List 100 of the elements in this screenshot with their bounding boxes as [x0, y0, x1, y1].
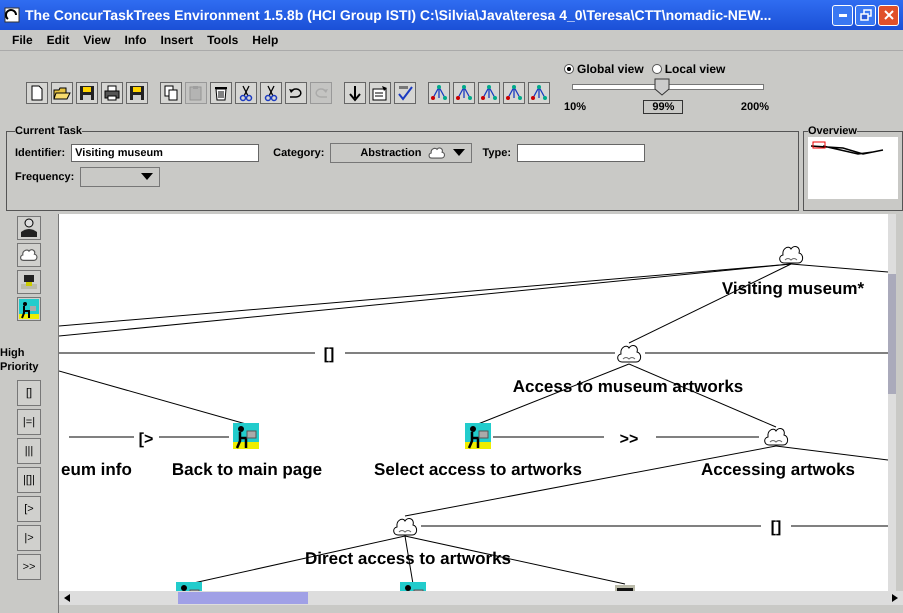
toolbar-button[interactable] — [160, 82, 182, 104]
menu-item[interactable]: Tools — [207, 33, 238, 47]
connector-line — [68, 436, 134, 438]
spell-check-icon — [396, 84, 414, 102]
minimize-button[interactable] — [832, 4, 853, 26]
toolbar-button[interactable] — [26, 82, 48, 104]
dropdown-arrow-icon — [141, 173, 154, 181]
radio-button[interactable] — [564, 64, 574, 74]
operator-button[interactable]: [> — [17, 496, 41, 522]
zoom-min-label: 10% — [564, 101, 586, 113]
properties-icon — [371, 84, 389, 102]
cloud-icon — [427, 145, 448, 161]
task-type-button[interactable] — [17, 243, 41, 267]
toolbar-button[interactable] — [394, 82, 416, 104]
view-option-label[interactable]: Local view — [664, 62, 726, 76]
user-at-computer-icon[interactable] — [233, 423, 259, 450]
toolbar-button[interactable] — [101, 82, 123, 104]
operator-label: >> — [620, 431, 638, 448]
horizontal-scrollbar[interactable] — [59, 591, 903, 605]
operator-button[interactable]: |> — [17, 524, 41, 551]
operator-label: [] — [324, 346, 334, 363]
type-field[interactable] — [517, 144, 645, 162]
toolbar-button[interactable] — [528, 82, 550, 104]
scissors-icon — [262, 84, 280, 102]
operator-label: [] — [770, 519, 782, 536]
menu-item[interactable]: View — [83, 33, 110, 47]
menu-item[interactable]: Edit — [46, 33, 70, 47]
computer-icon[interactable] — [615, 585, 635, 591]
user-at-computer-icon — [19, 299, 39, 319]
scroll-right-icon[interactable] — [890, 593, 900, 603]
minimize-icon — [838, 14, 846, 16]
toolbar-button[interactable] — [235, 82, 257, 104]
window-title: The ConcurTaskTrees Environment 1.5.8b (HCI Group ISTI) C:\Silvia\Java\teresa 4_0\Teresa\CTT\nomadic-NEW... — [25, 7, 772, 23]
identifier-field[interactable]: Visiting museum — [71, 144, 260, 162]
zoom-value: 99% — [643, 100, 684, 114]
user-at-computer-icon[interactable] — [400, 582, 426, 591]
task-type-button[interactable] — [17, 297, 41, 321]
menu-item[interactable]: Help — [252, 33, 278, 47]
restore-icon — [860, 9, 872, 21]
user-at-computer-icon[interactable] — [176, 582, 202, 591]
menu-item[interactable]: File — [12, 33, 33, 47]
task-label: eum info — [61, 460, 132, 479]
toolbar-button[interactable] — [503, 82, 525, 104]
tree-icon — [530, 84, 548, 102]
trash-icon — [212, 84, 230, 102]
toolbar-button[interactable] — [285, 82, 307, 104]
radio-button[interactable] — [652, 64, 662, 74]
tree-icon — [455, 84, 473, 102]
scrollbar-thumb[interactable] — [178, 592, 308, 604]
priority-label: High Priority — [0, 346, 40, 375]
toolbar-button[interactable] — [210, 82, 232, 104]
user-at-computer-icon[interactable] — [465, 423, 491, 450]
toolbar-button[interactable] — [428, 82, 450, 104]
category-value: Abstraction — [360, 147, 422, 159]
view-option-label[interactable]: Global view — [577, 62, 644, 76]
task-type-button[interactable] — [17, 216, 41, 240]
toolbar-button[interactable] — [453, 82, 475, 104]
app-logo-icon — [4, 7, 20, 23]
scroll-left-icon[interactable] — [62, 593, 72, 603]
category-dropdown[interactable]: Abstraction — [330, 143, 472, 163]
operator-button[interactable]: >> — [17, 554, 41, 580]
toolbar-button[interactable] — [478, 82, 500, 104]
tree-icon — [480, 84, 498, 102]
connector-line — [158, 436, 230, 438]
menu-item[interactable]: Insert — [160, 33, 194, 47]
slider-thumb[interactable] — [654, 78, 670, 96]
cloud-icon — [19, 246, 39, 264]
panel-title: Overview — [808, 125, 857, 137]
vertical-scrollbar[interactable] — [888, 214, 896, 591]
toolbar-button[interactable] — [369, 82, 391, 104]
field-label: Category: — [273, 147, 324, 159]
close-button[interactable] — [878, 4, 899, 26]
maximize-button[interactable] — [855, 4, 876, 26]
toolbar-button[interactable] — [260, 82, 282, 104]
cloud-icon[interactable] — [393, 518, 418, 536]
task-label: Back to main page — [172, 460, 322, 479]
zoom-slider[interactable] — [572, 78, 764, 96]
task-label: Accessing artwoks — [701, 460, 855, 479]
toolbar-button[interactable] — [344, 82, 366, 104]
operator-button[interactable]: |=| — [17, 408, 41, 435]
person-icon — [19, 218, 39, 238]
field-label: Type: — [482, 147, 511, 159]
cloud-icon[interactable] — [779, 246, 804, 264]
dropdown-arrow-icon — [453, 149, 466, 157]
frequency-dropdown[interactable] — [80, 167, 160, 187]
toolbar-button[interactable] — [51, 82, 73, 104]
toolbar-button[interactable] — [76, 82, 98, 104]
task-type-button[interactable] — [17, 270, 41, 294]
operator-button[interactable]: [] — [17, 380, 41, 406]
cloud-icon[interactable] — [764, 428, 788, 446]
cloud-icon[interactable] — [617, 344, 642, 362]
toolbar-button[interactable] — [126, 82, 148, 104]
menu-item[interactable]: Info — [124, 33, 146, 47]
printer-icon — [103, 84, 121, 102]
field-label: Frequency: — [15, 171, 74, 183]
field-label: Identifier: — [15, 147, 66, 159]
operator-button[interactable]: ||| — [17, 438, 41, 464]
operator-label: [> — [138, 431, 154, 448]
tree-icon — [430, 84, 448, 102]
operator-button[interactable]: |[]| — [17, 466, 41, 493]
